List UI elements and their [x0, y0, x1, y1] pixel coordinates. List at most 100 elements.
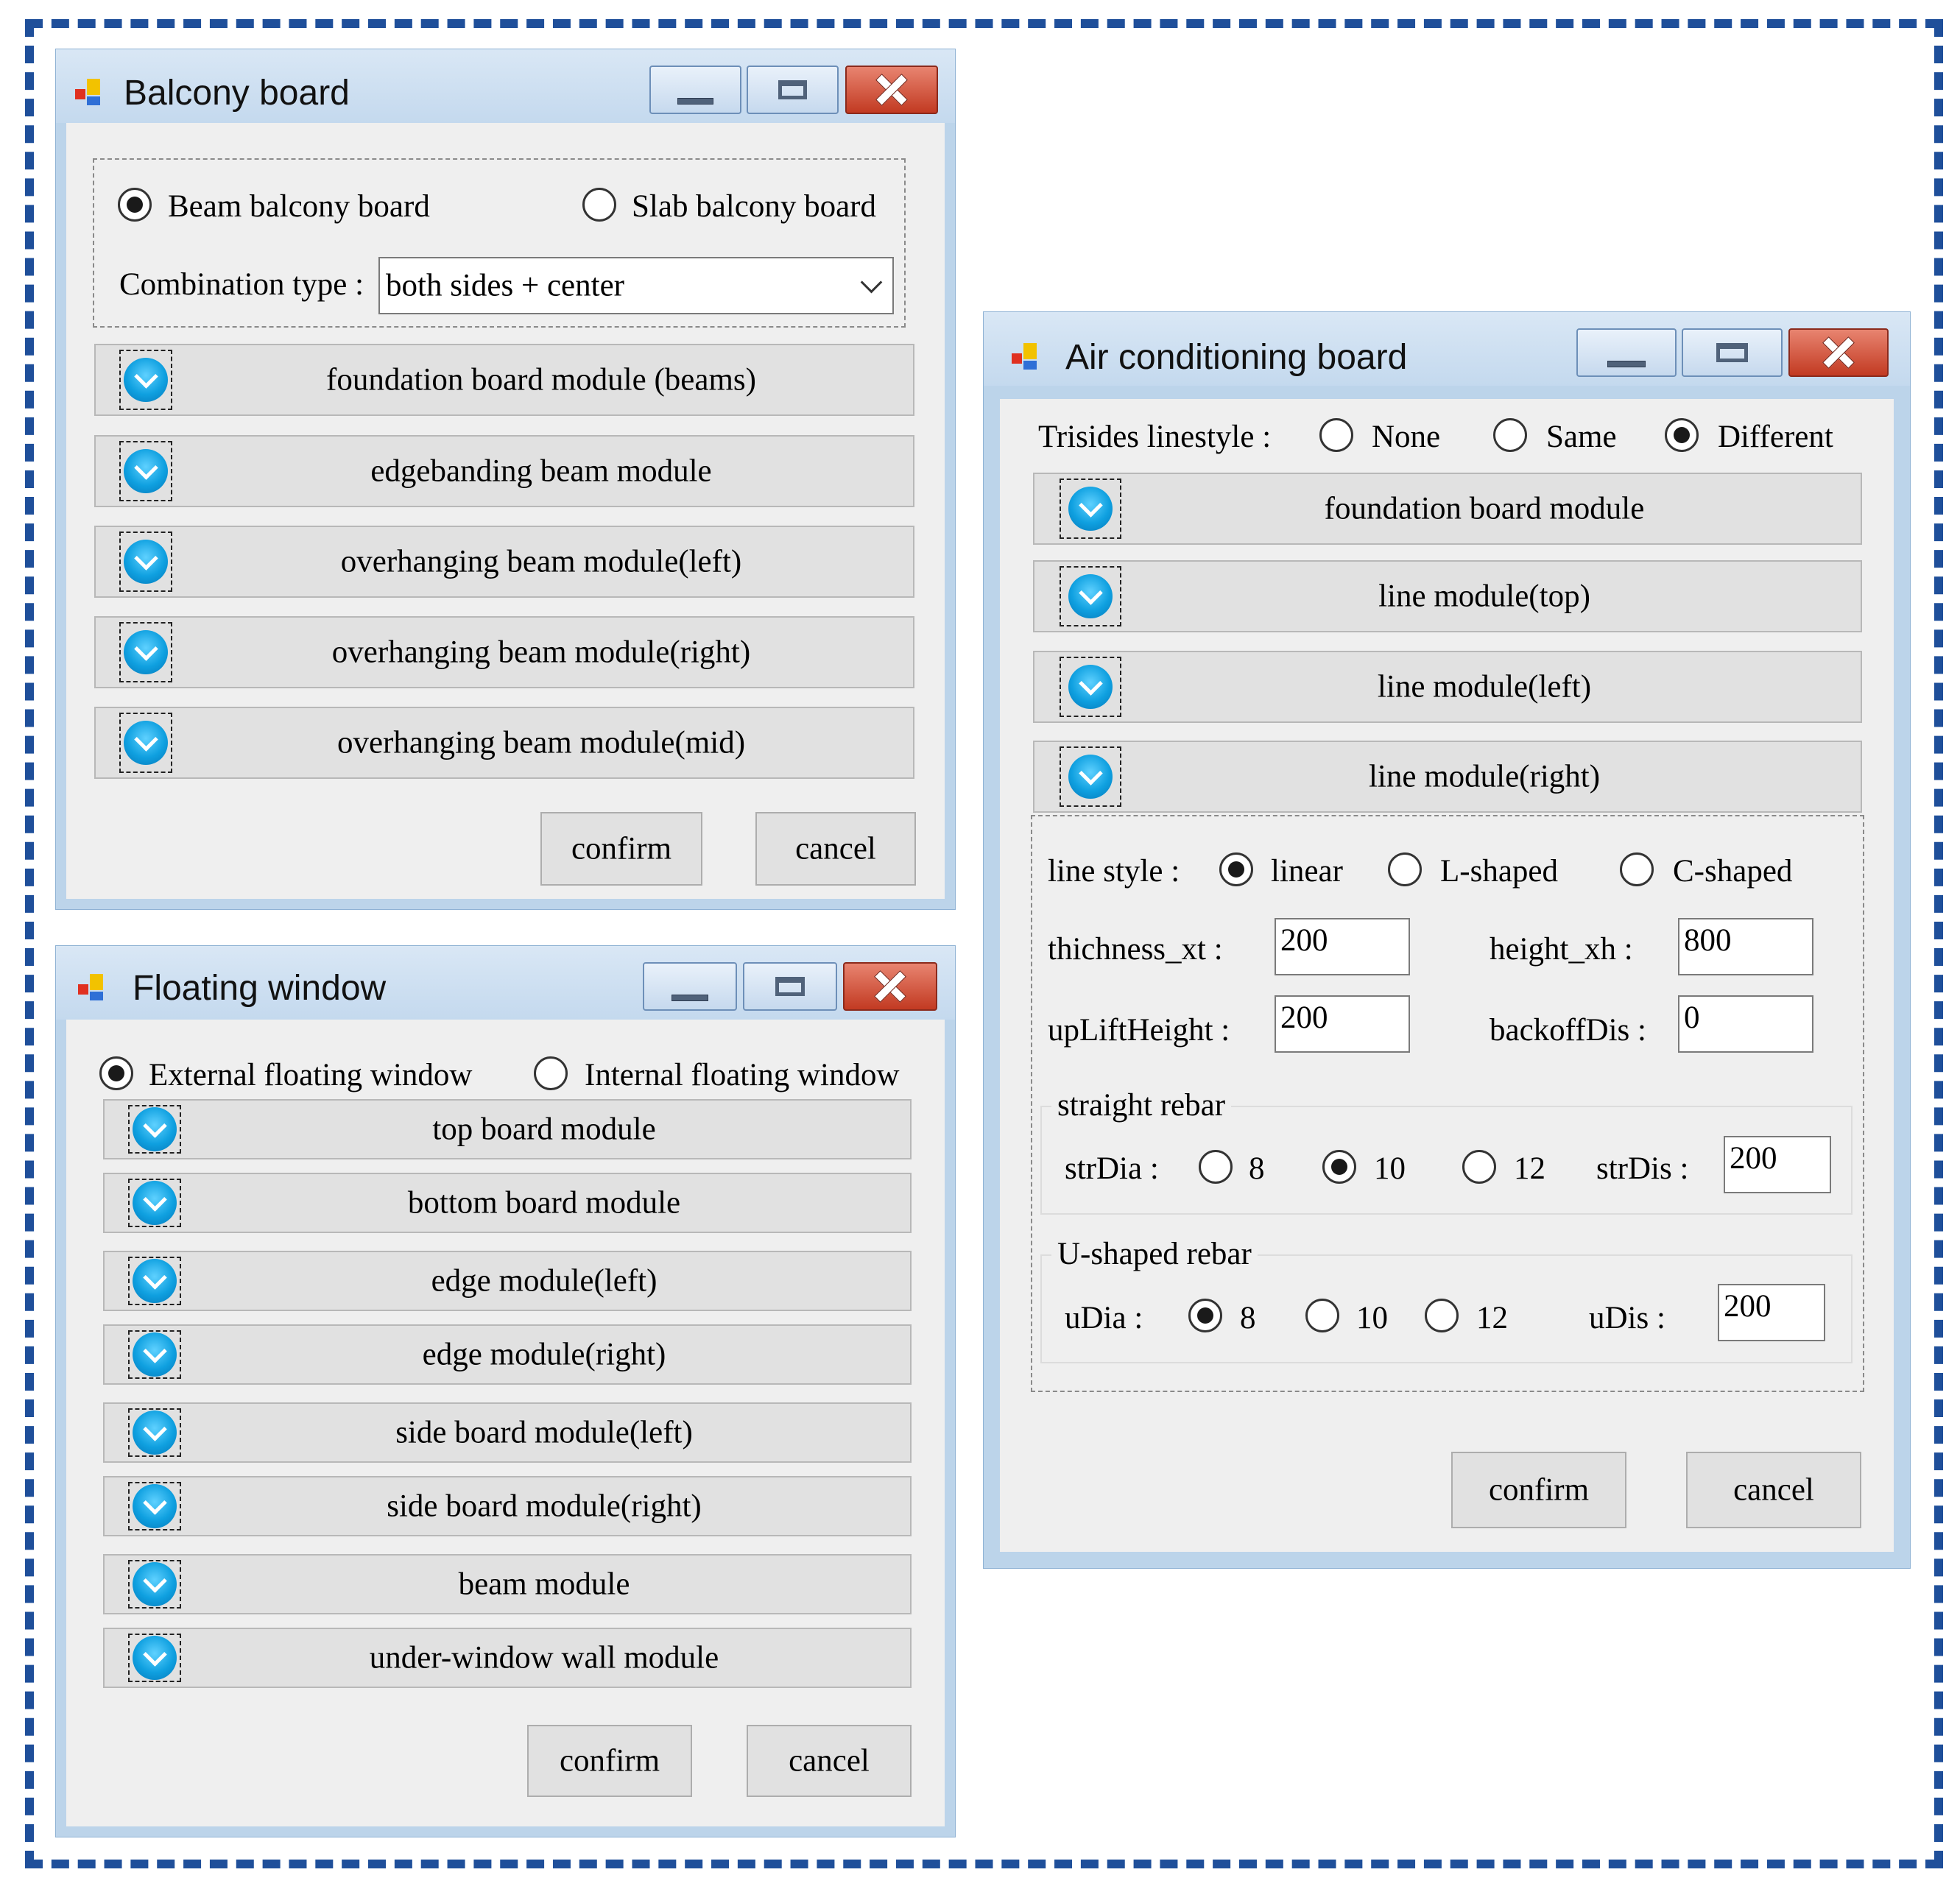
- module-button-bottom-board[interactable]: bottom board module: [103, 1173, 912, 1233]
- line-style-linear-radio[interactable]: [1219, 852, 1253, 886]
- module-button-overhanging-left[interactable]: overhanging beam module(left): [94, 526, 914, 598]
- str-dia-10-radio[interactable]: [1322, 1150, 1356, 1184]
- floating-window: Floating window External floating window…: [55, 945, 956, 1837]
- module-button-line-right[interactable]: line module(right): [1033, 741, 1862, 813]
- trisides-none-label[interactable]: None: [1372, 421, 1440, 453]
- maximize-button[interactable]: [1682, 328, 1783, 377]
- cancel-label: cancel: [795, 831, 876, 866]
- module-button-side-board-right[interactable]: side board module(right): [103, 1476, 912, 1536]
- module-label: side board module(left): [395, 1415, 693, 1450]
- trisides-same-radio[interactable]: [1493, 418, 1527, 452]
- module-button-foundation-board[interactable]: foundation board module: [1033, 473, 1862, 545]
- internal-floating-radio[interactable]: [534, 1056, 568, 1090]
- combination-type-select[interactable]: both sides + center: [378, 257, 894, 314]
- trisides-same-label[interactable]: Same: [1546, 421, 1617, 453]
- str-dis-label: strDis :: [1596, 1151, 1689, 1186]
- window-title: Floating window: [133, 969, 387, 1008]
- line-style-c-shaped-radio[interactable]: [1620, 852, 1654, 886]
- backoff-dis-input[interactable]: 0: [1678, 995, 1813, 1053]
- floating-titlebar[interactable]: Floating window: [56, 946, 955, 1020]
- cancel-button[interactable]: cancel: [747, 1725, 912, 1797]
- module-button-edge-right[interactable]: edge module(right): [103, 1324, 912, 1385]
- str-dia-8-radio[interactable]: [1199, 1150, 1233, 1184]
- module-button-beam[interactable]: beam module: [103, 1554, 912, 1614]
- close-button[interactable]: [1788, 328, 1889, 377]
- module-icon-frame: [128, 1330, 181, 1379]
- line-style-label: line style :: [1048, 854, 1180, 889]
- aircon-titlebar[interactable]: Air conditioning board: [984, 312, 1910, 386]
- module-button-foundation-beams[interactable]: foundation board module (beams): [94, 344, 914, 416]
- cancel-button[interactable]: cancel: [1686, 1452, 1861, 1528]
- minimize-button[interactable]: [649, 66, 741, 114]
- line-style-l-shaped-label[interactable]: L-shaped: [1440, 855, 1558, 887]
- minimize-button[interactable]: [1576, 328, 1677, 377]
- slab-balcony-radio[interactable]: [582, 188, 616, 222]
- module-button-side-board-left[interactable]: side board module(left): [103, 1402, 912, 1463]
- chevron-down-circle-icon: [124, 449, 168, 493]
- str-dia-10-label[interactable]: 10: [1374, 1153, 1406, 1184]
- minimize-button[interactable]: [643, 962, 737, 1011]
- beam-balcony-label[interactable]: Beam balcony board: [168, 191, 430, 222]
- close-button[interactable]: [845, 66, 938, 114]
- module-label: bottom board module: [407, 1185, 681, 1221]
- trisides-different-radio[interactable]: [1665, 418, 1699, 452]
- app-icon: [75, 79, 102, 105]
- module-icon-frame: [128, 1560, 181, 1609]
- confirm-button[interactable]: confirm: [540, 812, 702, 886]
- module-button-overhanging-mid[interactable]: overhanging beam module(mid): [94, 707, 914, 779]
- beam-balcony-radio[interactable]: [118, 188, 152, 222]
- module-button-line-top[interactable]: line module(top): [1033, 560, 1862, 632]
- chevron-down-circle-icon: [133, 1107, 177, 1151]
- trisides-different-label[interactable]: Different: [1718, 421, 1833, 453]
- module-button-under-window-wall[interactable]: under-window wall module: [103, 1628, 912, 1688]
- slab-balcony-label[interactable]: Slab balcony board: [632, 191, 876, 222]
- u-dia-10-radio[interactable]: [1305, 1299, 1339, 1332]
- external-floating-label[interactable]: External floating window: [149, 1059, 472, 1091]
- u-dia-8-label[interactable]: 8: [1240, 1302, 1256, 1334]
- str-dia-12-radio[interactable]: [1462, 1150, 1496, 1184]
- combination-type-label: Combination type :: [119, 267, 364, 302]
- app-icon: [1012, 343, 1038, 370]
- module-button-edge-left[interactable]: edge module(left): [103, 1251, 912, 1311]
- module-icon-frame: [128, 1179, 181, 1227]
- confirm-button[interactable]: confirm: [527, 1725, 692, 1797]
- module-icon-frame: [119, 713, 172, 773]
- u-dis-input[interactable]: 200: [1718, 1284, 1825, 1341]
- line-style-linear-label[interactable]: linear: [1271, 855, 1343, 887]
- module-button-edgebanding-beam[interactable]: edgebanding beam module: [94, 435, 914, 507]
- maximize-button[interactable]: [747, 66, 839, 114]
- close-button[interactable]: [843, 962, 937, 1011]
- module-button-overhanging-right[interactable]: overhanging beam module(right): [94, 616, 914, 688]
- u-dia-12-radio[interactable]: [1425, 1299, 1459, 1332]
- chevron-down-circle-icon: [133, 1259, 177, 1303]
- str-dia-12-label[interactable]: 12: [1514, 1153, 1545, 1184]
- u-dia-8-radio[interactable]: [1188, 1299, 1222, 1332]
- module-label: line module(right): [1368, 759, 1601, 794]
- chevron-down-circle-icon: [124, 540, 168, 584]
- line-style-c-shaped-label[interactable]: C-shaped: [1673, 855, 1792, 887]
- height-input[interactable]: 800: [1678, 918, 1813, 975]
- confirm-label: confirm: [571, 831, 672, 866]
- cancel-button[interactable]: cancel: [755, 812, 916, 886]
- thickness-input[interactable]: 200: [1275, 918, 1410, 975]
- module-button-line-left[interactable]: line module(left): [1033, 651, 1862, 723]
- module-label: line module(left): [1377, 669, 1592, 705]
- line-style-l-shaped-radio[interactable]: [1388, 852, 1422, 886]
- trisides-none-radio[interactable]: [1319, 418, 1353, 452]
- str-dis-input[interactable]: 200: [1724, 1136, 1831, 1193]
- external-floating-radio[interactable]: [99, 1056, 133, 1090]
- straight-rebar-title: straight rebar: [1051, 1090, 1232, 1121]
- trisides-linestyle-label: Trisides linestyle :: [1038, 420, 1272, 454]
- internal-floating-label[interactable]: Internal floating window: [585, 1059, 900, 1091]
- confirm-button[interactable]: confirm: [1451, 1452, 1626, 1528]
- uplift-height-label: upLiftHeight :: [1048, 1013, 1230, 1048]
- str-dia-8-label[interactable]: 8: [1249, 1153, 1265, 1184]
- module-button-top-board[interactable]: top board module: [103, 1099, 912, 1159]
- combination-type-value: both sides + center: [386, 268, 624, 303]
- chevron-down-circle-icon: [1068, 665, 1113, 709]
- u-dia-10-label[interactable]: 10: [1356, 1302, 1388, 1334]
- uplift-height-input[interactable]: 200: [1275, 995, 1410, 1053]
- maximize-button[interactable]: [743, 962, 837, 1011]
- u-dia-12-label[interactable]: 12: [1476, 1302, 1508, 1334]
- balcony-titlebar[interactable]: Balcony board: [56, 49, 955, 123]
